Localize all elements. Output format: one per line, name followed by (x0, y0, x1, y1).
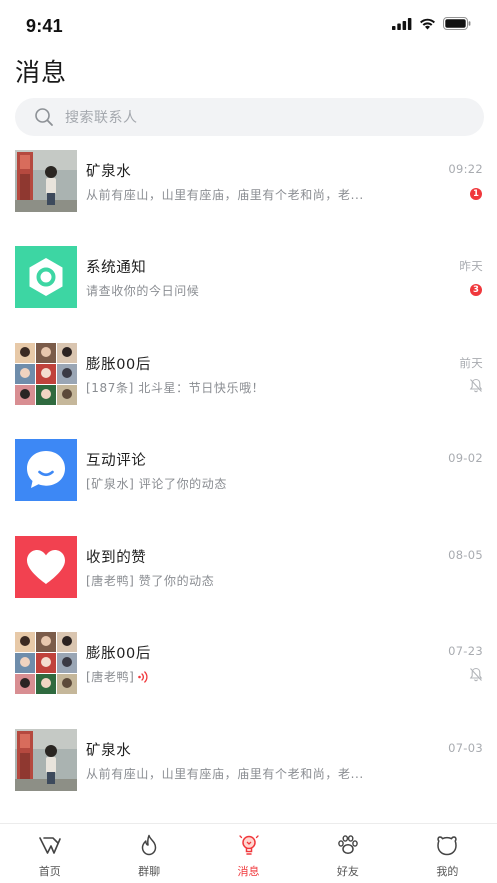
conversation-preview: 请查收你的今日问候 (86, 284, 200, 298)
home-logo-icon (38, 837, 61, 854)
conversation-time: 07-03 (448, 741, 483, 755)
heart-icon (15, 536, 77, 598)
conversation-item[interactable]: 膨胀00后 [唐老鸭] 07-23 (0, 622, 497, 718)
photo-avatar (15, 150, 77, 212)
conversation-time: 前天 (459, 356, 483, 370)
conversation-preview: 从前有座山，山里有座庙，庙里有个老和尚，老... (86, 767, 364, 781)
cellular-signal-icon (392, 17, 412, 30)
conversation-time: 昨天 (459, 259, 483, 273)
status-time: 9:41 (26, 16, 63, 36)
tab-profile[interactable]: 我的 (398, 824, 497, 883)
system-notice-icon (15, 246, 77, 308)
search-placeholder: 搜索联系人 (65, 110, 138, 126)
conversation-item[interactable]: 矿泉水 从前有座山，山里有座庙，庙里有个老和尚，老... 09:22 1 (0, 140, 497, 236)
conversation-preview: [唐老鸭] (86, 668, 149, 685)
conversation-preview: [唐老鸭] 赞了你的动态 (86, 574, 215, 588)
conversation-name: 收到的赞 (86, 550, 147, 566)
conversation-preview: 从前有座山，山里有座庙，庙里有个老和尚，老... (86, 188, 364, 202)
preview-sender: [唐老鸭] (86, 670, 135, 684)
tab-label: 消息 (237, 865, 260, 878)
conversation-name: 矿泉水 (86, 164, 132, 180)
search-input[interactable]: 搜索联系人 (15, 98, 484, 136)
conversation-name: 膨胀00后 (86, 646, 151, 662)
photo-avatar (15, 729, 77, 791)
tab-label: 首页 (38, 865, 61, 878)
bottom-tab-bar: 首页 群聊 消息 好友 我的 (0, 823, 497, 883)
conversation-time: 09-02 (448, 451, 483, 465)
page-title: 消息 (15, 58, 68, 87)
conversation-time: 08-05 (448, 548, 483, 562)
conversation-item[interactable]: 收到的赞 [唐老鸭] 赞了你的动态 08-05 (0, 526, 497, 622)
conversation-name: 矿泉水 (86, 743, 132, 759)
tab-label: 群聊 (138, 865, 161, 878)
tab-home[interactable]: 首页 (0, 824, 99, 883)
conversation-name: 互动评论 (86, 453, 147, 469)
tab-friends[interactable]: 好友 (298, 824, 397, 883)
conversation-item[interactable]: 系统通知 请查收你的今日问候 昨天 3 (0, 236, 497, 332)
unread-badge: 1 (470, 188, 482, 200)
group-collage-avatar (15, 343, 77, 405)
conversation-time: 09:22 (448, 162, 483, 176)
search-icon (34, 107, 54, 127)
mute-bell-icon (469, 378, 483, 393)
tab-group-chat[interactable]: 群聊 (99, 824, 198, 883)
conversation-item[interactable]: 膨胀00后 [187条] 北斗星：节日快乐哦！ 前天 (0, 333, 497, 429)
unread-badge: 3 (470, 284, 482, 296)
group-collage-avatar (15, 632, 77, 694)
status-icons (392, 17, 471, 30)
conversation-item[interactable]: 矿泉水 从前有座山，山里有座庙，庙里有个老和尚，老... 07-03 (0, 719, 497, 815)
tab-label: 我的 (436, 865, 459, 878)
conversation-preview: [187条] 北斗星：节日快乐哦！ (86, 381, 265, 395)
conversation-item[interactable]: 互动评论 [矿泉水] 评论了你的动态 09-02 (0, 429, 497, 525)
comment-bubble-icon (15, 439, 77, 501)
lightbulb-icon (238, 835, 259, 855)
tab-messages[interactable]: 消息 (199, 824, 298, 883)
conversation-name: 系统通知 (86, 260, 147, 276)
bear-face-icon (437, 836, 458, 856)
battery-icon (443, 17, 471, 30)
conversation-preview: [矿泉水] 评论了你的动态 (86, 477, 227, 491)
conversation-time: 07-23 (448, 644, 483, 658)
paw-icon (338, 835, 358, 855)
conversation-name: 膨胀00后 (86, 357, 151, 373)
status-bar: 9:41 (0, 0, 497, 52)
wifi-icon (420, 18, 435, 29)
tab-label: 好友 (336, 865, 359, 878)
mute-bell-icon (469, 667, 483, 682)
voice-message-icon (138, 671, 148, 683)
flame-icon (141, 834, 157, 856)
